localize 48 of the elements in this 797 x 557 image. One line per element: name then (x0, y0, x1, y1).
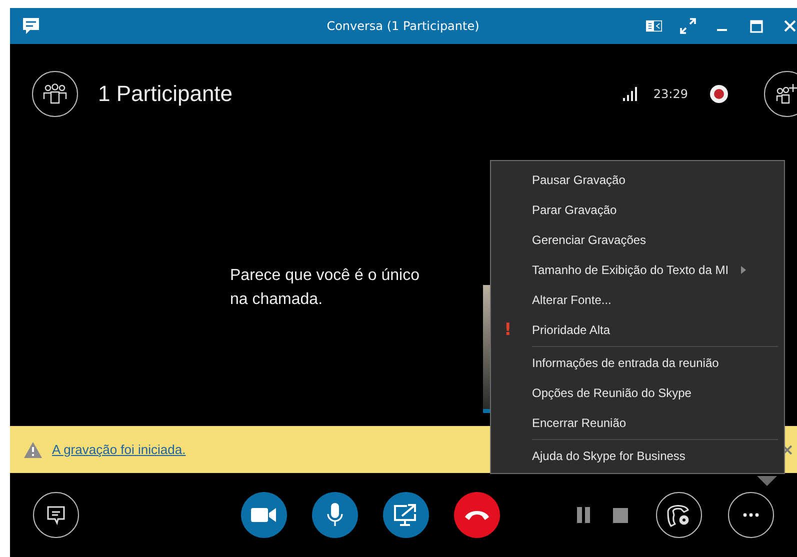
add-participant-button[interactable] (764, 71, 797, 117)
video-button[interactable] (241, 492, 287, 538)
maximize-button[interactable] (748, 18, 764, 34)
call-settings-button[interactable] (656, 492, 702, 538)
full-screen-button[interactable] (680, 18, 696, 34)
close-button[interactable] (782, 18, 797, 34)
pop-out-button[interactable] (646, 18, 662, 34)
menu-item[interactable]: ! Prioridade Alta (491, 315, 784, 345)
video-camera-icon (251, 507, 277, 523)
people-icon (42, 83, 68, 105)
close-icon (784, 20, 796, 32)
more-icon (743, 513, 759, 517)
microphone-icon (327, 503, 343, 527)
recording-started-link[interactable]: A gravação foi iniciada. (52, 442, 186, 457)
window-title: Conversa (1 Participante) (326, 19, 480, 33)
chat-bubble-icon (46, 505, 66, 525)
warning-icon (24, 442, 42, 458)
menu-item[interactable]: Parar Gravação (491, 195, 784, 225)
more-options-button[interactable] (728, 492, 774, 538)
share-screen-icon (393, 503, 419, 527)
mic-button[interactable] (312, 492, 358, 538)
menu-item[interactable]: Tamanho de Exibição do Texto da MI (491, 255, 784, 285)
menu-item[interactable]: Informações de entrada da reunião (491, 348, 784, 378)
pause-icon[interactable] (577, 507, 591, 523)
hangup-button[interactable] (454, 492, 500, 538)
add-people-icon (774, 83, 797, 105)
menu-item[interactable]: Gerenciar Gravações (491, 225, 784, 255)
menu-item[interactable]: Alterar Fonte... (491, 285, 784, 315)
participants-button[interactable] (32, 71, 78, 117)
maximize-icon (750, 20, 762, 32)
signal-icon (623, 87, 640, 101)
menu-item[interactable]: Pausar Gravação (491, 165, 784, 195)
share-button[interactable] (383, 492, 429, 538)
participant-count-title: 1 Participante (98, 81, 233, 107)
chat-button[interactable] (33, 492, 79, 538)
menu-pointer (757, 476, 777, 486)
menu-item[interactable]: Encerrar Reunião (491, 408, 784, 438)
menu-item[interactable]: Ajuda do Skype for Business (491, 441, 784, 471)
expand-icon (680, 18, 696, 34)
panel-icon (646, 19, 662, 33)
priority-label: ! (504, 320, 512, 340)
call-duration: 23:29 (653, 87, 688, 101)
alone-in-call-message: Parece que você é o único na chamada. (230, 266, 420, 310)
menu-item[interactable]: Opções de Reunião do Skype (491, 378, 784, 408)
stop-icon[interactable] (613, 508, 628, 522)
hang-up-icon (464, 509, 490, 521)
minimize-icon (717, 29, 727, 31)
chat-icon (22, 17, 40, 35)
